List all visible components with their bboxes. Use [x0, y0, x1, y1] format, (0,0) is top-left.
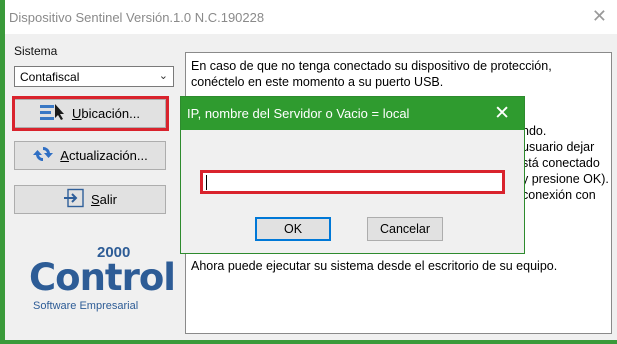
window-bottom-border [0, 340, 617, 344]
info-line: En caso de que no tenga conectado su dis… [191, 59, 552, 73]
text-caret [206, 175, 207, 190]
sistema-combo-value: Contafiscal [20, 70, 80, 84]
ok-button[interactable]: OK [255, 217, 331, 241]
dialog-titlebar: IP, nombre del Servidor o Vacio = local … [181, 97, 524, 130]
dialog-close-icon[interactable]: ✕ [494, 102, 510, 125]
exit-icon [63, 188, 85, 211]
ubicacion-highlight [12, 96, 169, 131]
cancel-button[interactable]: Cancelar [367, 217, 443, 241]
info-line: ndo. [522, 124, 547, 138]
sistema-label: Sistema [14, 44, 58, 58]
window-titlebar: Dispositivo Sentinel Versión.1.0 N.C.190… [5, 0, 617, 34]
refresh-icon [32, 144, 54, 167]
actualizacion-label: Actualización... [60, 148, 148, 163]
window-title: Dispositivo Sentinel Versión.1.0 N.C.190… [9, 10, 265, 25]
salir-label: Salir [90, 192, 117, 207]
server-input[interactable] [200, 170, 505, 194]
window-close-icon[interactable]: ✕ [592, 6, 607, 27]
actualizacion-button[interactable]: Actualización... [14, 141, 166, 170]
chevron-down-icon: ⌄ [158, 70, 168, 82]
dialog-title: IP, nombre del Servidor o Vacio = local [187, 106, 410, 121]
info-line: usuario dejar [522, 140, 595, 154]
info-line: conéctelo en este momento a su puerto US… [191, 75, 444, 89]
logo-name: Control [29, 256, 176, 299]
logo-subtitle: Software Empresarial [33, 300, 139, 312]
control-logo: 2000 Control Software Empresarial [29, 244, 176, 314]
salir-button[interactable]: Salir [14, 185, 166, 214]
info-line: Ahora puede ejecutar su sistema desde el… [191, 259, 558, 273]
info-line: stá conectado [522, 156, 600, 170]
info-line: y presione OK). [522, 172, 609, 186]
sistema-combo[interactable]: Contafiscal ⌄ [14, 66, 174, 87]
info-line: conexión con [522, 188, 596, 202]
server-dialog: IP, nombre del Servidor o Vacio = local … [180, 96, 525, 254]
